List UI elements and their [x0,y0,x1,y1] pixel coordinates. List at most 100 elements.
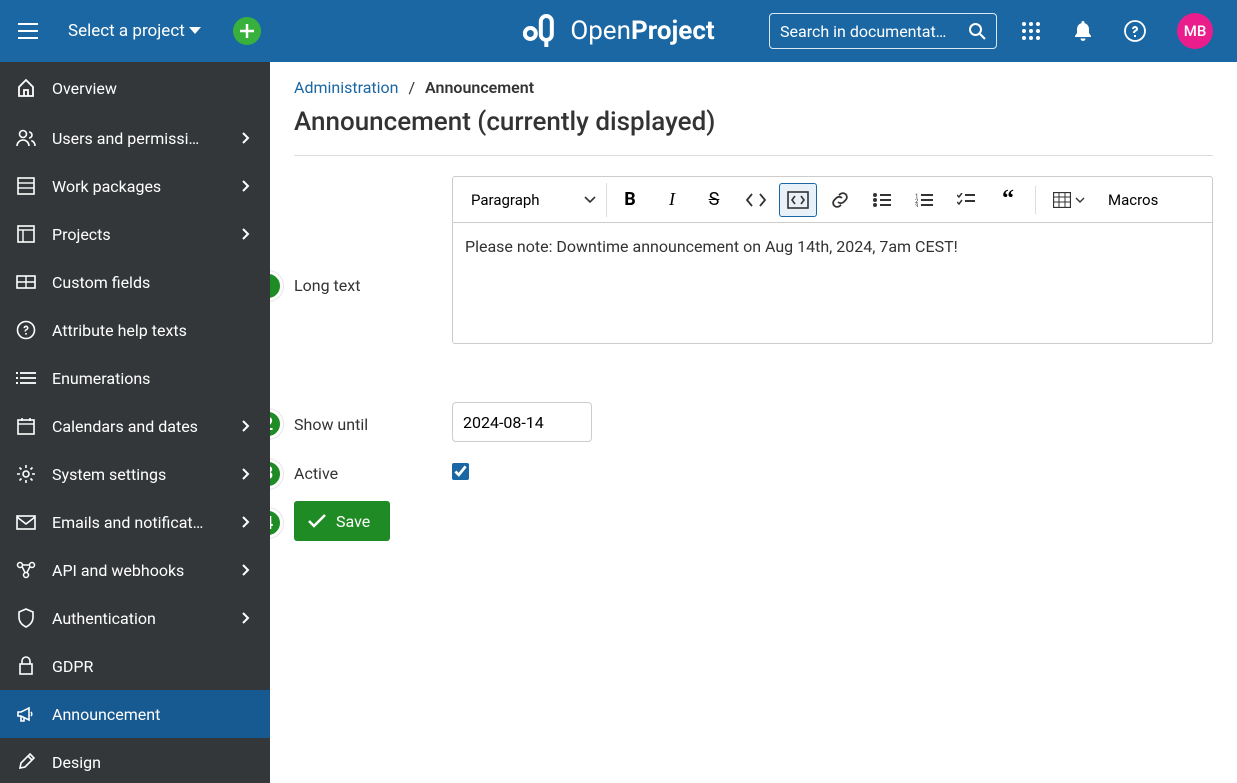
megaphone-icon [16,705,36,723]
paragraph-dropdown[interactable]: Paragraph [461,183,607,217]
top-header: Select a project OpenProject Search in d… [0,0,1237,62]
link-icon [831,191,849,209]
sidebar-item-attribute-help-texts[interactable]: Attribute help texts [0,306,270,354]
code-button[interactable] [737,183,775,217]
sidebar-item-label: Attribute help texts [52,321,254,340]
strikethrough-button[interactable]: S [695,183,733,217]
search-input[interactable]: Search in documentat… [769,13,997,49]
logo-text: OpenProject [570,16,714,46]
search-placeholder: Search in documentat… [780,22,968,41]
notifications-button[interactable] [1065,13,1101,49]
api-icon [16,561,36,579]
sidebar-item-calendars-and-dates[interactable]: Calendars and dates [0,402,270,450]
sidebar-item-label: Users and permissi… [52,129,222,148]
form-row-show-until: 2 Show until 2024-08-14 [294,402,1213,442]
openproject-logo-icon [522,14,560,48]
italic-button[interactable]: I [653,183,691,217]
project-selector[interactable]: Select a project [56,21,213,41]
quote-button[interactable]: “ [989,183,1027,217]
show-until-input[interactable]: 2024-08-14 [452,402,592,442]
active-label: Active [294,464,338,483]
avatar-initials: MB [1184,22,1207,40]
apps-button[interactable] [1013,13,1049,49]
title-divider [294,155,1213,156]
active-label-wrap: 3 Active [294,460,452,483]
bold-button[interactable]: B [611,183,649,217]
code-block-button[interactable] [779,183,817,217]
numbered-list-button[interactable]: 123 [905,183,943,217]
sidebar-item-design[interactable]: Design [0,738,270,783]
home-icon [16,78,36,98]
bell-icon [1074,21,1092,41]
sidebar-item-authentication[interactable]: Authentication [0,594,270,642]
sidebar-item-system-settings[interactable]: System settings [0,450,270,498]
sidebar-item-label: Overview [52,79,254,98]
hamburger-menu-button[interactable] [8,11,48,51]
step-marker-4: 4 [270,508,283,538]
user-avatar[interactable]: MB [1177,13,1213,49]
paragraph-dropdown-label: Paragraph [471,191,540,209]
sidebar-item-label: System settings [52,465,222,484]
lock-icon [16,656,36,676]
help-circle-icon [1124,20,1146,42]
calendar-icon [16,417,36,435]
rich-text-editor: Paragraph B I S [452,176,1213,344]
grid-icon [16,225,36,243]
mail-icon [16,515,36,530]
search-icon [968,22,986,40]
hamburger-icon [18,23,38,39]
add-button[interactable] [233,17,261,45]
form-row-long-text: 1 Long text Paragraph B I S [294,176,1213,344]
sidebar-item-emails-and-notificat[interactable]: Emails and notificat… [0,498,270,546]
bullet-list-button[interactable] [863,183,901,217]
show-until-label: Show until [294,415,368,434]
step-marker-3: 3 [270,459,283,489]
list-icon [16,177,36,195]
enum-icon [16,371,36,385]
sidebar-item-gdpr[interactable]: GDPR [0,642,270,690]
chevron-right-icon [238,612,254,624]
save-button[interactable]: Save [294,501,390,541]
logo: OpenProject [522,14,714,48]
sidebar-item-users-and-permissi[interactable]: Users and permissi… [0,114,270,162]
macros-button[interactable]: Macros [1098,191,1168,209]
link-button[interactable] [821,183,859,217]
shield-icon [16,608,36,628]
chevron-right-icon [238,180,254,192]
editor-content-area[interactable]: Please note: Downtime announcement on Au… [453,223,1212,343]
sidebar-item-announcement[interactable]: Announcement [0,690,270,738]
checkmark-icon [308,514,326,528]
step-marker-2: 2 [270,409,283,439]
code-icon [746,193,766,207]
sidebar-item-label: Projects [52,225,222,244]
gear-icon [16,464,36,484]
sidebar-item-work-packages[interactable]: Work packages [0,162,270,210]
svg-text:3: 3 [915,203,918,207]
form-row-active: 3 Active [294,460,1213,483]
toolbar-separator [1035,186,1036,214]
breadcrumb-root[interactable]: Administration [294,78,399,97]
help-button[interactable] [1117,13,1153,49]
chevron-right-icon [238,564,254,576]
sidebar-item-label: Work packages [52,177,222,196]
sidebar-item-api-and-webhooks[interactable]: API and webhooks [0,546,270,594]
active-checkbox[interactable] [452,463,469,480]
table-button[interactable] [1044,183,1094,217]
sidebar-item-label: Custom fields [52,273,254,292]
help-icon [16,320,36,340]
admin-sidebar: Overview Users and permissi… Work packages… [0,62,270,783]
sidebar-item-projects[interactable]: Projects [0,210,270,258]
chevron-right-icon [238,132,254,144]
sidebar-item-enumerations[interactable]: Enumerations [0,354,270,402]
numbered-list-icon: 123 [915,193,933,207]
task-list-button[interactable] [947,183,985,217]
chevron-right-icon [238,420,254,432]
long-text-label-wrap: 1 Long text [294,176,452,295]
task-list-icon [957,193,975,207]
chevron-down-icon [584,196,596,204]
breadcrumb: Administration / Announcement [294,78,1213,97]
sidebar-item-label: Design [52,753,254,772]
sidebar-item-overview[interactable]: Overview [0,62,270,114]
sidebar-item-custom-fields[interactable]: Custom fields [0,258,270,306]
sidebar-item-label: API and webhooks [52,561,222,580]
